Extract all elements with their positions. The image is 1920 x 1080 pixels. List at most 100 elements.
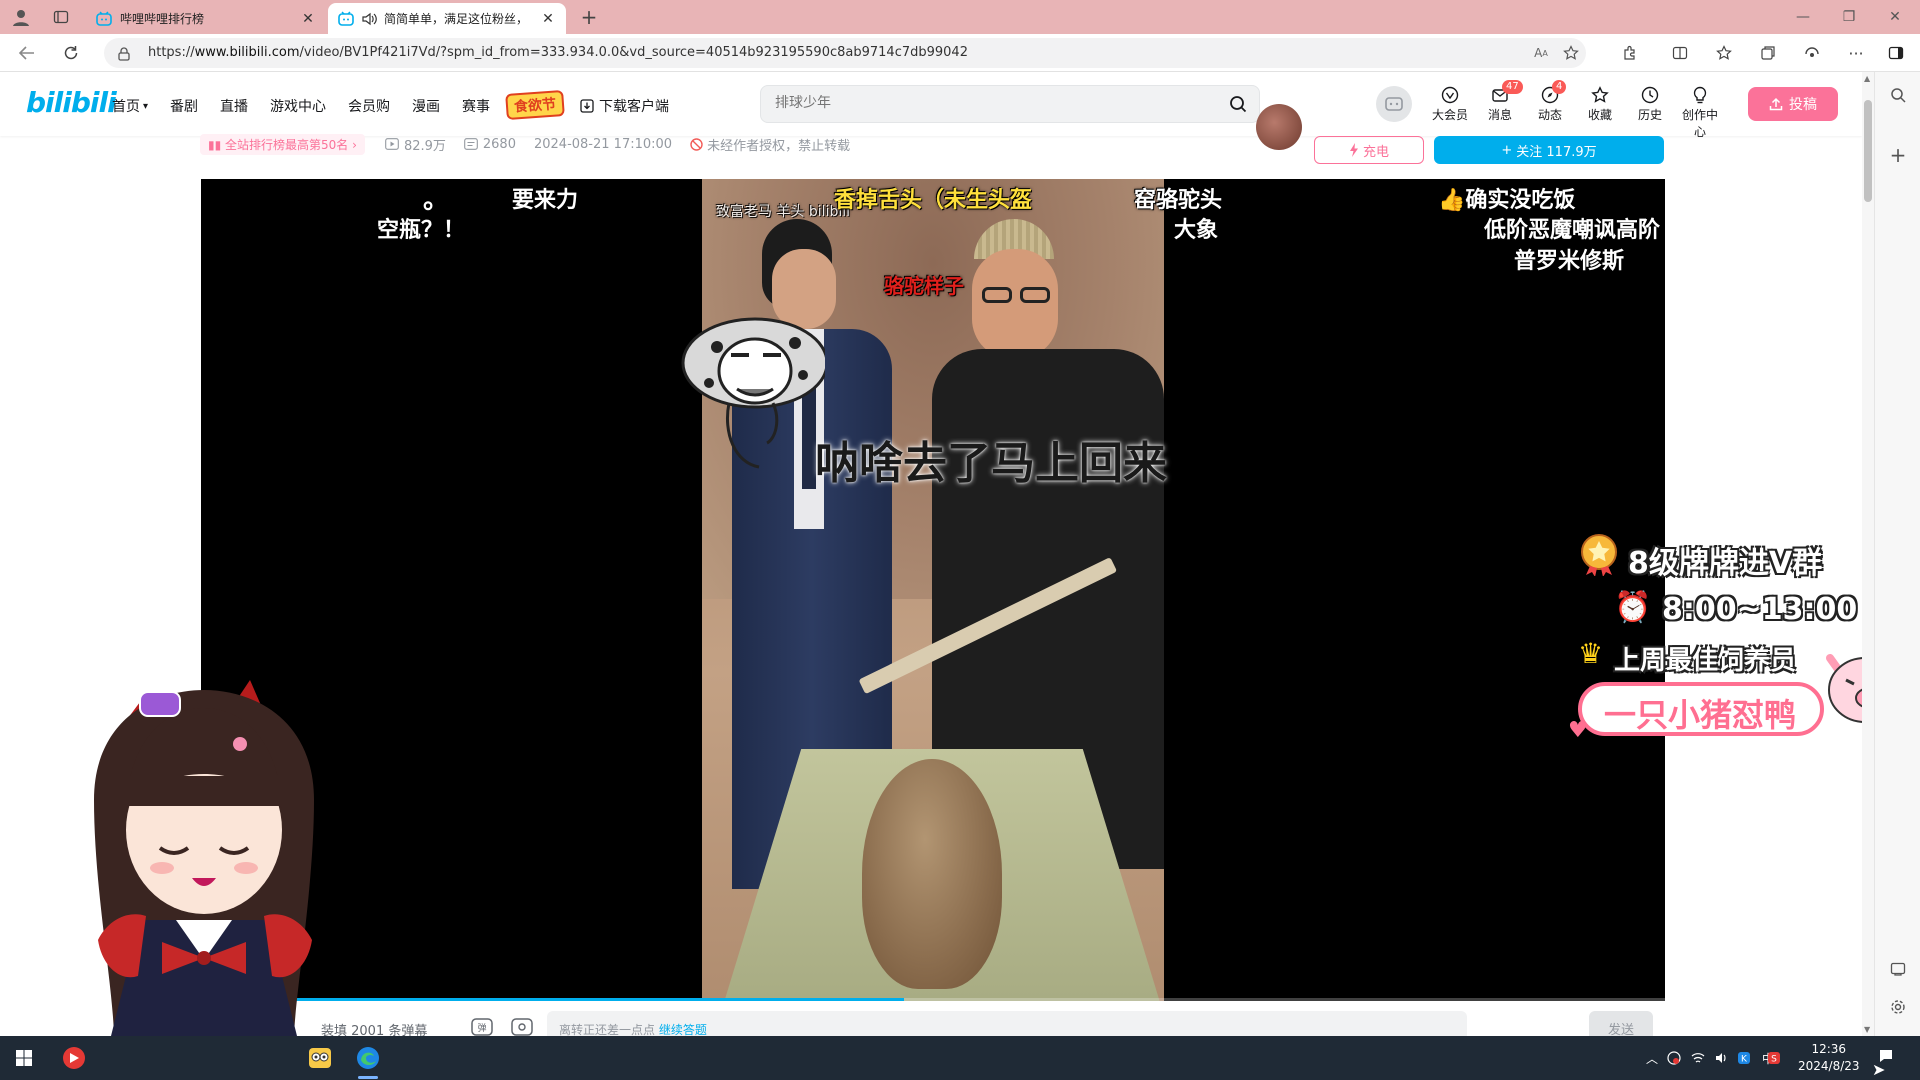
search-icon[interactable] (1229, 95, 1247, 117)
tray-app-icon[interactable] (1664, 1048, 1684, 1068)
lightning-icon (1349, 143, 1358, 157)
vip-button[interactable]: 大会员 (1428, 86, 1472, 123)
nav-live[interactable]: 直播 (220, 96, 248, 116)
search-icon[interactable] (1887, 84, 1909, 106)
windows-taskbar: ︿ K 中 S 12:36 2024/8/23 ➤ (0, 1036, 1920, 1080)
split-screen-icon[interactable] (1668, 42, 1692, 64)
video-player[interactable]: 致富老马 羊头 bilibili 要来力 。 空瓶？！ 香掉舌头（未生头盔 窑骆… (201, 179, 1665, 1001)
url-field[interactable]: https://www.bilibili.com/video/BV1Pf421i… (104, 38, 1586, 68)
address-bar: https://www.bilibili.com/video/BV1Pf421i… (0, 34, 1920, 72)
uploader-avatar[interactable] (1256, 104, 1302, 150)
speaker-icon[interactable] (362, 12, 378, 26)
danmaku-item: 窑骆驼头 (1134, 188, 1223, 213)
scroll-down-icon[interactable]: ▼ (1864, 1025, 1870, 1034)
follow-button[interactable]: + 关注 117.9万 (1434, 136, 1664, 164)
forbidden-icon (690, 137, 703, 151)
sogou-ime-icon[interactable]: S (1764, 1048, 1784, 1068)
view-count: 82.9万 (385, 135, 446, 154)
upload-button[interactable]: 投稿 (1748, 87, 1838, 121)
system-clock[interactable]: 12:36 2024/8/23 (1798, 1041, 1860, 1075)
danmaku-count-icon (464, 138, 478, 150)
windows-start-icon[interactable] (8, 1042, 40, 1074)
thumbs-up-icon: 👍 (1438, 188, 1466, 213)
extensions-icon[interactable] (1618, 42, 1642, 64)
edge-browser-icon[interactable] (352, 1042, 384, 1079)
nav-game-center[interactable]: 游戏中心 (270, 96, 326, 116)
main-nav: 首页 ▾ 番剧 直播 游戏中心 会员购 漫画 赛事 (112, 96, 512, 116)
user-avatar[interactable] (1376, 86, 1412, 122)
dynamics-badge: 4 (1552, 80, 1567, 94)
tab-ranking[interactable]: 哔哩哔哩排行榜 ✕ (86, 3, 326, 34)
tab-actions-icon[interactable] (48, 5, 74, 29)
nav-home[interactable]: 首页 ▾ (112, 96, 148, 116)
clock-icon (1641, 86, 1659, 104)
charge-button[interactable]: 充电 (1314, 136, 1424, 164)
browser-essentials-icon[interactable] (1800, 42, 1824, 64)
ime-language[interactable]: 中 (1738, 1048, 1774, 1068)
site-header: bilibili 首页 ▾ 番剧 直播 游戏中心 会员购 漫画 赛事 食欲节 下载… (0, 72, 1862, 139)
video-subtitle: 呐啥去了马上回来 (815, 438, 1167, 489)
scrollbar-thumb[interactable] (1864, 100, 1872, 202)
nav-esports[interactable]: 赛事 (462, 96, 490, 116)
winged-heart-icon: ♥ (1568, 718, 1588, 743)
page-scrollbar[interactable]: ▲ ▼ (1862, 72, 1874, 1036)
nav-promo-badge[interactable]: 食欲节 (505, 90, 565, 120)
favorite-star-icon[interactable] (1560, 44, 1582, 62)
owl-app-icon[interactable] (304, 1042, 336, 1074)
collections-icon[interactable] (1756, 42, 1780, 64)
profile-icon[interactable] (8, 5, 34, 29)
screenshot-icon[interactable] (1887, 958, 1909, 980)
chevron-down-icon: ▾ (143, 100, 149, 112)
restore-icon[interactable]: ❐ (1826, 0, 1872, 34)
new-tab-icon[interactable]: + (576, 4, 602, 30)
nav-mall[interactable]: 会员购 (348, 96, 390, 116)
favorites-button[interactable]: 收藏 (1578, 86, 1622, 123)
rank-icon: ▮▮ (208, 137, 226, 152)
history-button[interactable]: 历史 (1628, 86, 1672, 123)
nav-manga[interactable]: 漫画 (412, 96, 440, 116)
close-window-icon[interactable]: ✕ (1872, 0, 1918, 34)
dynamics-button[interactable]: 4 动态 (1528, 80, 1572, 123)
search-input[interactable] (775, 95, 1195, 111)
bilibili-tab-icon (96, 10, 112, 26)
vip-icon (1441, 86, 1459, 104)
vtuber-avatar (80, 680, 350, 1040)
overlay-line-time: 8:00~13:00 (1662, 592, 1858, 627)
browser-side-panel: + (1874, 72, 1920, 1036)
tray-expand-icon[interactable]: ︿ (1642, 1048, 1662, 1068)
nav-download[interactable]: 下载客户端 (580, 96, 669, 116)
close-tab-icon[interactable]: ✕ (300, 11, 316, 27)
creator-center-button[interactable]: 创作中心 (1678, 86, 1722, 140)
danmaku-item: 大象 (1174, 218, 1219, 243)
settings-gear-icon[interactable] (1887, 996, 1909, 1018)
streaming-app-icon[interactable] (58, 1042, 90, 1074)
svg-text:S: S (1771, 1055, 1777, 1065)
refresh-icon[interactable] (58, 41, 84, 65)
add-icon[interactable]: + (1887, 143, 1909, 167)
continue-quiz-link[interactable]: 继续答题 (659, 1023, 707, 1037)
network-icon[interactable] (1688, 1048, 1708, 1068)
volume-icon[interactable] (1712, 1048, 1732, 1068)
nav-anime[interactable]: 番剧 (170, 96, 198, 116)
danmaku-item: 香掉舌头（未生头盔 (834, 188, 1033, 213)
plus-icon: + (1501, 142, 1513, 158)
favorites-icon[interactable] (1712, 42, 1736, 64)
read-aloud-icon[interactable]: AA (1530, 44, 1552, 62)
scroll-up-icon[interactable]: ▲ (1864, 74, 1870, 83)
tab-video[interactable]: 简简单单，满足这位粉丝， ✕ (328, 3, 566, 34)
minimize-icon[interactable]: — (1780, 0, 1826, 34)
messages-button[interactable]: 47 消息 (1478, 80, 1523, 123)
close-tab-icon[interactable]: ✕ (540, 11, 556, 27)
star-icon (1591, 86, 1609, 103)
publish-date: 2024-08-21 17:10:00 (533, 136, 673, 152)
back-icon[interactable] (14, 41, 40, 65)
bilibili-logo[interactable]: bilibili (26, 86, 117, 119)
progress-bar[interactable] (201, 998, 1665, 1001)
sidebar-toggle-icon[interactable] (1884, 42, 1908, 64)
url-text: https://www.bilibili.com/video/BV1Pf421i… (148, 45, 968, 60)
cartoon-sticker (675, 313, 829, 469)
more-icon[interactable]: ··· (1844, 42, 1868, 64)
rank-tag[interactable]: ▮▮ 全站排行榜最高第50名 › (200, 133, 365, 155)
lock-icon[interactable] (118, 46, 130, 65)
overlay-line-group: 8级牌牌进V群 (1628, 546, 1823, 581)
